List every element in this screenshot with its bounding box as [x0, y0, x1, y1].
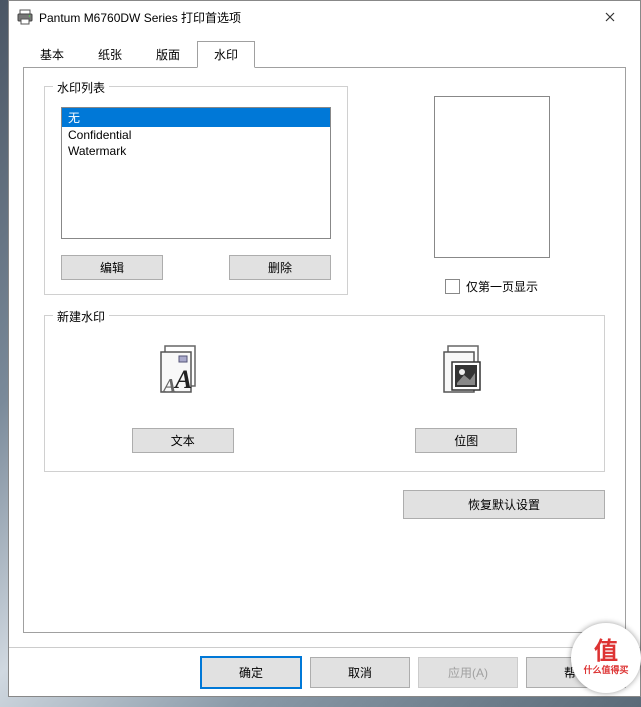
bitmap-watermark-button[interactable]: 位图 [415, 428, 517, 453]
text-watermark-button[interactable]: 文本 [132, 428, 234, 453]
window-title: Pantum M6760DW Series 打印首选项 [39, 9, 588, 26]
tab-panel-watermark: 水印列表 无 Confidential Watermark 编辑 删除 [23, 67, 626, 633]
close-button[interactable] [588, 3, 632, 31]
bitmap-watermark-icon [434, 340, 498, 404]
watermark-listbox[interactable]: 无 Confidential Watermark [61, 107, 331, 239]
smzdm-badge: 值 什么值得买 [571, 623, 641, 693]
tab-basic[interactable]: 基本 [23, 41, 81, 68]
badge-tag: 什么值得买 [583, 663, 628, 676]
new-watermark-group: 新建水印 A A 文本 [44, 315, 605, 472]
watermark-item-confidential[interactable]: Confidential [62, 127, 330, 143]
ok-button[interactable]: 确定 [200, 656, 302, 689]
tab-paper[interactable]: 纸张 [81, 41, 139, 68]
watermark-item-none[interactable]: 无 [62, 108, 330, 127]
titlebar: Pantum M6760DW Series 打印首选项 [9, 1, 640, 33]
preview-page [434, 96, 550, 258]
text-watermark-item: A A 文本 [103, 340, 263, 453]
first-page-only-label: 仅第一页显示 [466, 278, 538, 295]
delete-button[interactable]: 删除 [229, 255, 331, 280]
text-watermark-icon: A A [151, 340, 215, 404]
restore-defaults-button[interactable]: 恢复默认设置 [403, 490, 605, 519]
new-watermark-title: 新建水印 [53, 308, 109, 325]
content-area: 基本 纸张 版面 水印 水印列表 无 Confidential Watermar… [9, 33, 640, 647]
first-page-only-checkbox[interactable] [445, 279, 460, 294]
first-page-only-row[interactable]: 仅第一页显示 [445, 278, 538, 295]
dialog-footer: 确定 取消 应用(A) 帮助 [9, 647, 640, 696]
printer-icon [17, 9, 33, 25]
preview-column: 仅第一页显示 [378, 86, 605, 295]
watermark-item-watermark[interactable]: Watermark [62, 143, 330, 159]
tab-layout[interactable]: 版面 [139, 41, 197, 68]
cancel-button[interactable]: 取消 [310, 657, 410, 688]
tab-watermark[interactable]: 水印 [197, 41, 255, 68]
badge-big: 值 [594, 641, 618, 663]
tab-strip: 基本 纸张 版面 水印 [23, 43, 626, 67]
print-preferences-window: Pantum M6760DW Series 打印首选项 基本 纸张 版面 水印 … [8, 0, 641, 697]
apply-button[interactable]: 应用(A) [418, 657, 518, 688]
watermark-list-title: 水印列表 [53, 79, 109, 96]
svg-text:A: A [161, 375, 176, 397]
bitmap-watermark-item: 位图 [386, 340, 546, 453]
edit-button[interactable]: 编辑 [61, 255, 163, 280]
watermark-list-group: 水印列表 无 Confidential Watermark 编辑 删除 [44, 86, 348, 295]
